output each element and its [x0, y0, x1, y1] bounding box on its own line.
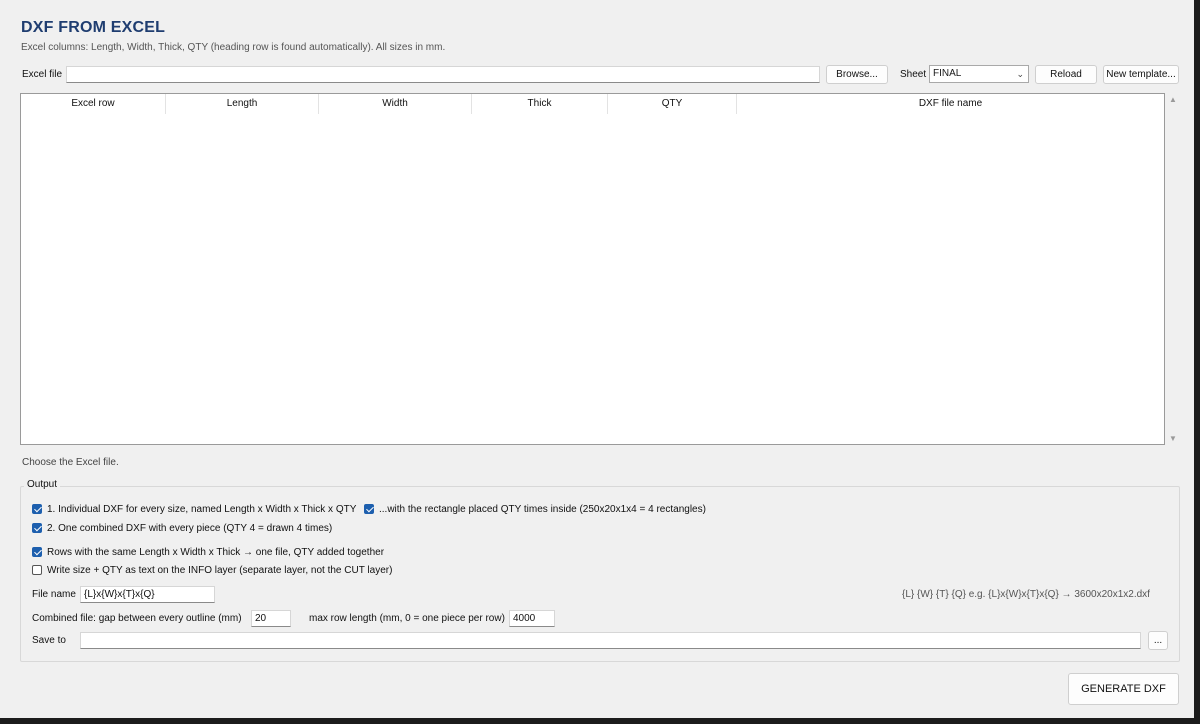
- placed-qty-checkbox[interactable]: [364, 504, 374, 514]
- combined-gap-label: Combined file: gap between every outline…: [32, 613, 242, 624]
- save-to-browse-button[interactable]: ...: [1148, 631, 1168, 650]
- page-title: DXF FROM EXCEL: [21, 19, 166, 36]
- gap-input[interactable]: 20: [251, 610, 291, 627]
- page-subtitle: Excel columns: Length, Width, Thick, QTY…: [21, 42, 446, 53]
- placed-qty-label[interactable]: ...with the rectangle placed QTY times i…: [379, 504, 706, 515]
- new-template-button[interactable]: New template...: [1103, 65, 1179, 84]
- combined-dxf-label[interactable]: 2. One combined DXF with every piece (QT…: [47, 523, 332, 534]
- save-to-input[interactable]: [80, 632, 1141, 649]
- individual-dxf-label[interactable]: 1. Individual DXF for every size, named …: [47, 504, 356, 515]
- combined-dxf-checkbox[interactable]: [32, 523, 42, 533]
- file-name-hint: {L} {W} {T} {Q} e.g. {L}x{W}x{T}x{Q} → 3…: [902, 589, 1150, 600]
- sheet-label: Sheet: [900, 69, 927, 80]
- sheet-select[interactable]: FINAL ⌄: [929, 65, 1029, 83]
- triangle-up-icon[interactable]: ▲: [1169, 95, 1177, 104]
- column-header-width[interactable]: Width: [319, 94, 472, 114]
- excel-file-input[interactable]: [66, 66, 820, 83]
- pieces-table[interactable]: Excel row Length Width Thick QTY DXF fil…: [20, 93, 1165, 445]
- generate-dxf-button[interactable]: GENERATE DXF: [1068, 673, 1179, 705]
- triangle-down-icon[interactable]: ▼: [1169, 434, 1177, 443]
- table-scrollbar[interactable]: ▲ ▼: [1166, 93, 1180, 445]
- individual-dxf-checkbox[interactable]: [32, 504, 42, 514]
- column-header-dxf-file-name[interactable]: DXF file name: [737, 94, 1164, 114]
- file-name-label: File name: [32, 589, 76, 600]
- output-group-title: Output: [24, 479, 61, 490]
- file-name-input[interactable]: {L}x{W}x{T}x{Q}: [80, 586, 215, 603]
- save-to-label: Save to: [32, 635, 66, 646]
- excel-file-label: Excel file: [22, 69, 63, 80]
- merge-rows-checkbox[interactable]: [32, 547, 42, 557]
- column-header-qty[interactable]: QTY: [608, 94, 737, 114]
- reload-button[interactable]: Reload: [1035, 65, 1097, 84]
- write-info-checkbox[interactable]: [32, 565, 42, 575]
- table-header: Excel row Length Width Thick QTY DXF fil…: [21, 94, 1164, 114]
- write-info-label[interactable]: Write size + QTY as text on the INFO lay…: [47, 565, 392, 576]
- chevron-down-icon: ⌄: [1016, 69, 1024, 79]
- max-row-length-label: max row length (mm, 0 = one piece per ro…: [309, 613, 505, 624]
- column-header-excel-row[interactable]: Excel row: [21, 94, 166, 114]
- merge-rows-label[interactable]: Rows with the same Length x Width x Thic…: [47, 547, 384, 558]
- browse-button[interactable]: Browse...: [826, 65, 888, 84]
- max-row-length-input[interactable]: 4000: [509, 610, 555, 627]
- status-text: Choose the Excel file.: [22, 457, 119, 468]
- column-header-thick[interactable]: Thick: [472, 94, 608, 114]
- app-window: DXF FROM EXCEL Excel columns: Length, Wi…: [0, 0, 1194, 718]
- sheet-select-value: FINAL: [933, 68, 962, 79]
- column-header-length[interactable]: Length: [166, 94, 319, 114]
